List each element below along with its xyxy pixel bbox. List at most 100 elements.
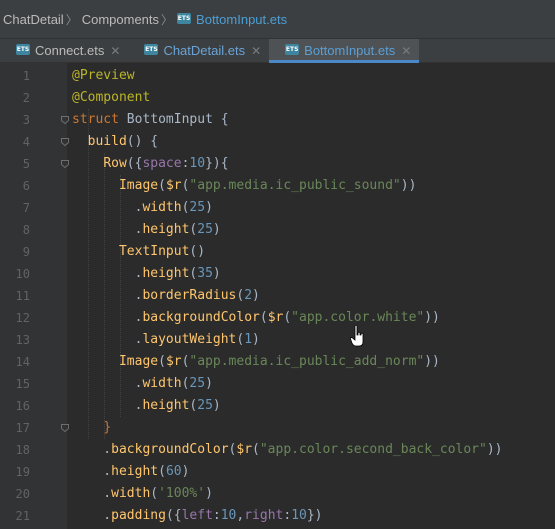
chevron-right-icon: 〉	[65, 12, 78, 27]
line-number: 11	[15, 289, 30, 303]
code-token: )	[212, 222, 221, 237]
code-token: width	[111, 486, 151, 501]
code-line[interactable]: .height(25)	[72, 219, 221, 241]
line-number: 19	[15, 465, 30, 479]
line-number: 10	[15, 267, 30, 281]
code-token: build	[87, 134, 127, 149]
tab-chatdetail[interactable]: ETS ChatDetail.ets ✕	[128, 39, 269, 62]
code-token: 35	[197, 266, 213, 281]
code-token: layoutWeight	[142, 332, 237, 347]
code-token: ))	[424, 354, 440, 369]
code-token: width	[142, 200, 182, 215]
code-line[interactable]: struct BottomInput {	[72, 109, 229, 131]
code-token: Row	[103, 156, 127, 171]
line-number: 5	[22, 157, 30, 171]
ets-file-icon: ETS	[285, 44, 300, 55]
code-token: )	[252, 332, 260, 347]
close-icon[interactable]: ✕	[251, 44, 261, 58]
code-line[interactable]: Row({space:10}){	[72, 153, 228, 175]
code-line[interactable]: .backgroundColor($r("app.color.white"))	[72, 307, 440, 329]
code-token: (	[158, 464, 166, 479]
code-token: 25	[189, 376, 206, 391]
code-token: :	[212, 508, 221, 523]
code-token: backgroundColor	[142, 310, 260, 325]
code-token: .	[72, 288, 143, 303]
line-number: 9	[22, 245, 30, 259]
code-token: @Component	[72, 90, 151, 105]
code-token: () {	[126, 134, 159, 149]
code-token: )	[205, 486, 213, 501]
code-token: left	[181, 508, 213, 523]
code-token: 25	[197, 222, 213, 237]
line-number-gutter[interactable]: 1 2 3 4 5 6 7 8 9 10 11 12 13 14 15 16 17 18 19 20 21	[0, 63, 69, 529]
code-line[interactable]: .width('100%')	[72, 483, 213, 505]
code-token: )	[205, 200, 213, 215]
code-token: .	[72, 200, 143, 215]
code-line[interactable]: }	[72, 417, 111, 439]
code-token: ({	[165, 508, 182, 523]
line-number: 4	[22, 135, 30, 149]
close-icon[interactable]: ✕	[110, 44, 120, 58]
code-line[interactable]: build() {	[72, 131, 158, 153]
code-line[interactable]: .padding({left:10,right:10})	[72, 505, 322, 527]
code-line[interactable]: .width(25)	[72, 373, 213, 395]
line-number: 16	[15, 399, 30, 413]
code-editor[interactable]: @Preview @Component struct BottomInput { b…	[67, 63, 555, 529]
code-token: padding	[111, 508, 166, 523]
breadcrumb-item-chatdetail[interactable]: ChatDetail	[3, 12, 64, 27]
code-token: (	[158, 354, 166, 369]
code-token: 60	[165, 464, 182, 479]
code-token: "app.color.second_back_color"	[259, 442, 487, 457]
code-token: )	[181, 464, 190, 479]
code-token: {	[220, 112, 229, 127]
code-token: .	[72, 442, 112, 457]
tab-connect[interactable]: ETS Connect.ets ✕	[0, 39, 128, 62]
code-token: $r	[165, 178, 182, 193]
editor-tab-bar: ETS Connect.ets ✕ ETS ChatDetail.ets ✕ E…	[0, 38, 555, 63]
ets-file-icon: ETS	[16, 44, 30, 55]
code-token: .	[72, 486, 112, 501]
code-token: height	[142, 266, 190, 281]
code-token: .	[72, 508, 112, 523]
code-token: Image	[118, 354, 159, 369]
code-line[interactable]: .height(60)	[72, 461, 189, 483]
code-token: height	[142, 222, 190, 237]
code-line[interactable]: Image($r("app.media.ic_public_sound"))	[72, 175, 416, 197]
line-number: 15	[15, 377, 30, 391]
code-line[interactable]: .height(35)	[72, 263, 221, 285]
code-token: )	[252, 288, 260, 303]
code-line[interactable]: .borderRadius(2)	[72, 285, 260, 307]
tab-bottominput[interactable]: ETS BottomInput.ets ✕	[269, 39, 420, 63]
code-token: .	[72, 310, 143, 325]
close-icon[interactable]: ✕	[401, 44, 411, 58]
code-token: .	[72, 398, 143, 413]
code-token: "app.media.ic_public_add_norm"	[189, 354, 425, 369]
code-token: ()	[189, 244, 206, 259]
code-token: (	[158, 178, 166, 193]
code-token: TextInput	[118, 244, 190, 259]
code-token: 2	[244, 288, 253, 303]
code-line[interactable]: Image($r("app.media.ic_public_add_norm")…	[72, 351, 440, 373]
code-line[interactable]: @Preview	[72, 65, 135, 87]
code-line[interactable]: .backgroundColor($r("app.color.second_ba…	[72, 439, 502, 461]
code-token: )	[212, 266, 221, 281]
code-line[interactable]: .height(25)	[72, 395, 221, 417]
code-token: BottomInput	[126, 112, 221, 127]
code-token: $r	[165, 354, 182, 369]
code-line[interactable]: TextInput()	[72, 241, 205, 263]
code-line[interactable]: @Component	[72, 87, 150, 109]
code-token: '100%'	[158, 486, 206, 501]
code-token: height	[142, 398, 190, 413]
code-line[interactable]: .width(25)	[72, 197, 213, 219]
line-number: 2	[22, 91, 30, 105]
code-line[interactable]: .layoutWeight(1)	[72, 329, 260, 351]
breadcrumb-item-compoments[interactable]: Compoments	[82, 12, 159, 27]
code-token: )	[212, 398, 221, 413]
tab-label: ChatDetail.ets	[163, 43, 246, 58]
code-token: .	[72, 266, 143, 281]
breadcrumb-item-current[interactable]: BottomInput.ets	[196, 12, 287, 27]
